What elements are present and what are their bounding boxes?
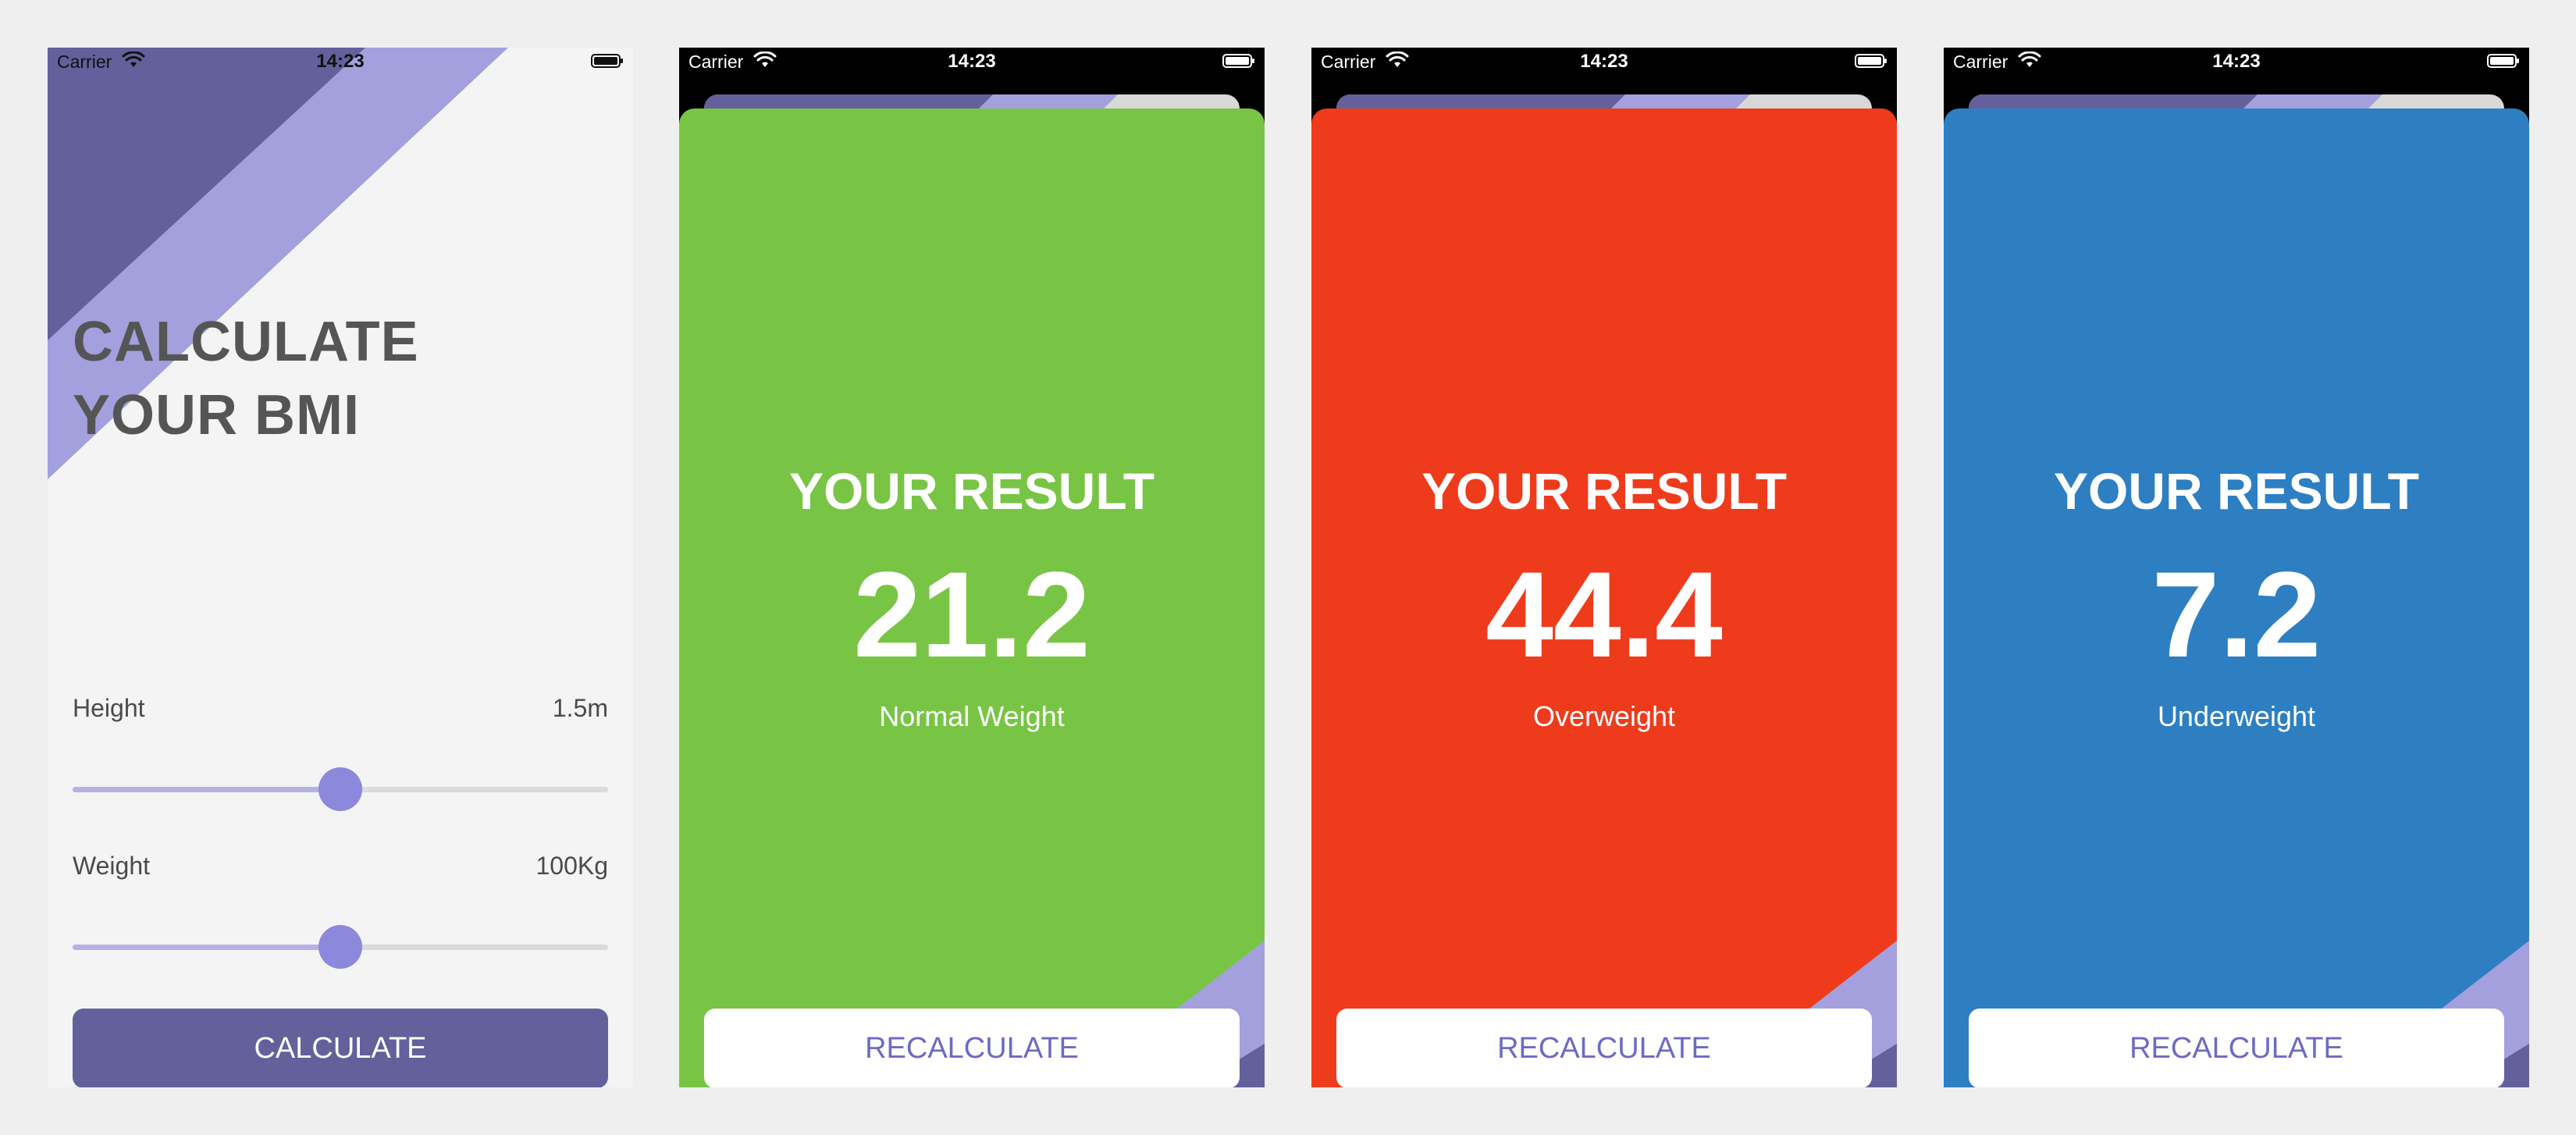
- result-screen-normal: Carrier 14:23 YOUR RESULT 21.2 Normal We…: [679, 48, 1265, 1087]
- result-title: YOUR RESULT: [2053, 462, 2420, 520]
- battery-icon: [591, 54, 623, 68]
- result-title: YOUR RESULT: [788, 462, 1155, 520]
- result-card: YOUR RESULT 21.2 Normal Weight RECALCULA…: [679, 109, 1265, 1087]
- title-line-1: CALCULATE: [73, 311, 419, 373]
- status-bar: Carrier 14:23: [48, 48, 633, 76]
- result-card: YOUR RESULT 7.2 Underweight RECALCULATE: [1944, 109, 2529, 1087]
- recalculate-button[interactable]: RECALCULATE: [704, 1009, 1240, 1087]
- result-screen-underweight: Carrier 14:23 YOUR RESULT 7.2 Underweigh…: [1944, 48, 2529, 1087]
- clock: 14:23: [2212, 51, 2261, 72]
- result-card: YOUR RESULT 44.4 Overweight RECALCULATE: [1311, 109, 1897, 1087]
- result-title: YOUR RESULT: [1421, 462, 1788, 520]
- height-slider-thumb[interactable]: [318, 767, 362, 811]
- clock: 14:23: [1580, 51, 1628, 72]
- bmi-value: 7.2: [2151, 547, 2322, 683]
- title-line-2: YOUR BMI: [73, 384, 360, 447]
- status-bar: Carrier 14:23: [679, 48, 1265, 76]
- bmi-category: Underweight: [2157, 700, 2316, 732]
- bmi-category: Overweight: [1532, 700, 1676, 732]
- height-slider-fill: [73, 787, 340, 792]
- height-slider[interactable]: [73, 766, 608, 813]
- weight-slider-fill: [73, 945, 340, 950]
- bmi-value: 44.4: [1485, 547, 1723, 683]
- recalculate-button[interactable]: RECALCULATE: [1336, 1009, 1872, 1087]
- clock: 14:23: [948, 51, 996, 72]
- calculator-screen: Carrier 14:23 CALCULATE YOUR BMI Height …: [48, 48, 633, 1087]
- status-bar: Carrier 14:23: [1311, 48, 1897, 76]
- battery-icon: [2487, 54, 2519, 68]
- calculate-button[interactable]: CALCULATE: [73, 1009, 608, 1087]
- battery-icon: [1222, 54, 1254, 68]
- clock: 14:23: [316, 51, 365, 72]
- page-title: CALCULATE YOUR BMI: [73, 305, 419, 452]
- weight-label: Weight: [73, 852, 151, 880]
- battery-icon: [1855, 54, 1887, 68]
- result-screen-overweight: Carrier 14:23 YOUR RESULT 44.4 Overweigh…: [1311, 48, 1897, 1087]
- recalculate-button[interactable]: RECALCULATE: [1969, 1009, 2504, 1087]
- weight-value: 100Kg: [535, 852, 608, 880]
- weight-slider-thumb[interactable]: [318, 925, 362, 969]
- bmi-category: Normal Weight: [879, 700, 1065, 732]
- height-value: 1.5m: [552, 694, 608, 722]
- height-label: Height: [73, 694, 145, 722]
- bmi-value: 21.2: [853, 547, 1091, 683]
- weight-slider[interactable]: [73, 923, 608, 970]
- status-bar: Carrier 14:23: [1944, 48, 2529, 76]
